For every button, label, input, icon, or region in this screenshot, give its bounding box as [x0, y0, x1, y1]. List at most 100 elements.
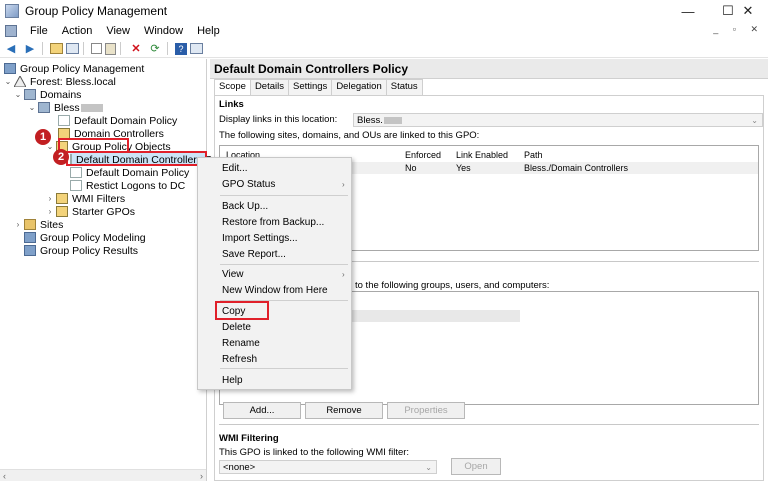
show-tree-icon[interactable] — [66, 43, 79, 54]
tree-node-domains[interactable]: ⌄ Domains — [14, 88, 82, 101]
menu-item-rename[interactable]: Rename — [222, 336, 260, 350]
tree-node-default-domain-policy-link[interactable]: Default Domain Policy — [58, 114, 177, 127]
expand-arrow-icon[interactable]: › — [46, 207, 54, 216]
toolbar-separator — [120, 42, 121, 55]
tree-node-starter-gpos[interactable]: › Starter GPOs — [46, 205, 135, 218]
paste-icon[interactable] — [105, 42, 116, 55]
display-links-dropdown[interactable]: Bless. ⌄ — [353, 113, 763, 127]
menu-item-label: GPO Status — [222, 178, 276, 190]
menu-item-help[interactable]: Help — [222, 373, 243, 387]
menu-file[interactable]: File — [23, 25, 55, 37]
section-divider — [219, 424, 759, 425]
menu-item-delete[interactable]: Delete — [222, 320, 251, 334]
gpmc-app-icon — [5, 4, 19, 18]
tree-node-wmi-filters[interactable]: › WMI Filters — [46, 192, 125, 205]
help-icon[interactable]: ? — [175, 42, 187, 55]
expand-arrow-icon[interactable]: ⌄ — [4, 77, 12, 86]
remove-button[interactable]: Remove — [305, 402, 383, 419]
wmi-filtering-info: This GPO is linked to the following WMI … — [219, 447, 410, 458]
folder-icon — [56, 193, 68, 204]
add-button[interactable]: Add... — [223, 402, 301, 419]
tree-node-label: Starter GPOs — [72, 205, 136, 218]
cell-enforced: No — [405, 163, 417, 173]
tree-node-label: Default Domain Policy — [86, 166, 190, 179]
back-arrow-icon[interactable]: ◀ — [3, 42, 19, 56]
tree-node-forest[interactable]: ⌄ Forest: Bless.local — [4, 74, 116, 88]
properties-icon[interactable] — [190, 43, 203, 54]
menu-item-back-up[interactable]: Back Up... — [222, 199, 268, 213]
tab-delegation[interactable]: Delegation — [331, 79, 387, 95]
wmi-filter-dropdown[interactable]: <none> ⌄ — [219, 460, 437, 474]
menu-separator — [220, 368, 348, 369]
expand-arrow-icon[interactable]: › — [14, 220, 22, 229]
toolbar-separator — [167, 42, 168, 55]
scroll-left-arrow-icon[interactable]: ‹ — [3, 471, 6, 481]
step-badge-2: 2 — [53, 149, 69, 165]
wmi-filtering-heading: WMI Filtering — [219, 433, 279, 444]
tree-node-bless-domain[interactable]: ⌄ Bless — [28, 101, 103, 114]
column-header-path[interactable]: Path — [524, 150, 543, 160]
tab-status[interactable]: Status — [385, 79, 423, 95]
modeling-icon — [24, 232, 36, 243]
title-bar: Group Policy Management — [0, 0, 768, 22]
tree-horizontal-scrollbar[interactable]: ‹ › — [0, 469, 206, 481]
menu-item-restore-from-backup[interactable]: Restore from Backup... — [222, 215, 324, 229]
mdi-window-controls[interactable]: _ ▫ ✕ — [713, 24, 764, 35]
expand-arrow-icon[interactable]: ⌄ — [28, 103, 36, 112]
column-header-enforced[interactable]: Enforced — [405, 150, 441, 160]
tab-scope[interactable]: Scope — [214, 79, 251, 95]
menu-item-view[interactable]: View › — [222, 267, 350, 281]
domain-icon — [38, 102, 50, 113]
tree-node-restict-logons[interactable]: Restict Logons to DC — [70, 179, 185, 192]
expand-arrow-icon[interactable]: › — [46, 194, 54, 203]
menu-item-edit[interactable]: Edit... — [222, 161, 248, 175]
linked-info-text: The following sites, domains, and OUs ar… — [219, 130, 480, 141]
delete-icon[interactable]: ✕ — [128, 42, 144, 56]
menu-view[interactable]: View — [99, 25, 137, 37]
gpo-icon — [70, 167, 82, 178]
menu-window[interactable]: Window — [137, 25, 190, 37]
column-header-link-enabled[interactable]: Link Enabled — [456, 150, 508, 160]
close-button[interactable]: ✕ — [728, 0, 768, 22]
menu-action[interactable]: Action — [55, 25, 100, 37]
tree-node-default-domain-policy[interactable]: Default Domain Policy — [70, 166, 189, 179]
up-folder-icon[interactable] — [50, 43, 63, 54]
gpo-link-icon — [58, 115, 70, 126]
context-menu: Edit... GPO Status › Back Up... Restore … — [197, 157, 352, 390]
menu-help[interactable]: Help — [190, 25, 227, 37]
tab-details[interactable]: Details — [249, 79, 289, 95]
toolbar-separator — [42, 42, 43, 55]
cell-path: Bless./Domain Controllers — [524, 163, 629, 173]
menu-item-import-settings[interactable]: Import Settings... — [222, 231, 298, 245]
results-icon — [24, 245, 36, 256]
open-button[interactable]: Open — [451, 458, 501, 475]
tree-node-group-policy-modeling[interactable]: Group Policy Modeling — [24, 231, 146, 244]
tab-settings[interactable]: Settings — [287, 79, 333, 95]
menu-item-refresh[interactable]: Refresh — [222, 352, 257, 366]
scroll-right-arrow-icon[interactable]: › — [200, 471, 203, 481]
gpmc-icon — [4, 63, 16, 74]
menu-item-save-report[interactable]: Save Report... — [222, 247, 286, 261]
domains-icon — [24, 89, 36, 100]
tree-node-label: Restict Logons to DC — [86, 179, 186, 192]
security-filtering-info: to the following groups, users, and comp… — [355, 280, 550, 291]
minimize-button[interactable]: — — [668, 0, 708, 22]
cell-link-enabled: Yes — [456, 163, 471, 173]
menu-item-new-window-from-here[interactable]: New Window from Here — [222, 283, 328, 297]
forward-arrow-icon[interactable]: ▶ — [22, 42, 38, 56]
folder-icon — [56, 206, 68, 217]
display-links-value: Bless. — [357, 114, 383, 126]
console-icon[interactable] — [5, 25, 17, 37]
tree-node-gpmc[interactable]: Group Policy Management — [4, 62, 144, 75]
expand-arrow-icon[interactable]: ⌄ — [14, 90, 22, 99]
links-heading: Links — [219, 99, 244, 110]
tree-node-group-policy-results[interactable]: Group Policy Results — [24, 244, 138, 257]
copy-icon[interactable] — [91, 43, 102, 54]
properties-button[interactable]: Properties — [387, 402, 465, 419]
menu-item-gpo-status[interactable]: GPO Status › — [222, 177, 350, 191]
refresh-icon[interactable]: ⟳ — [147, 42, 163, 56]
tree-node-sites[interactable]: › Sites — [14, 218, 64, 231]
details-tabs: Scope Details Settings Delegation Status — [214, 79, 423, 95]
tree-node-label: Default Domain Policy — [74, 114, 178, 127]
tree-node-label: Group Policy Results — [40, 244, 139, 257]
